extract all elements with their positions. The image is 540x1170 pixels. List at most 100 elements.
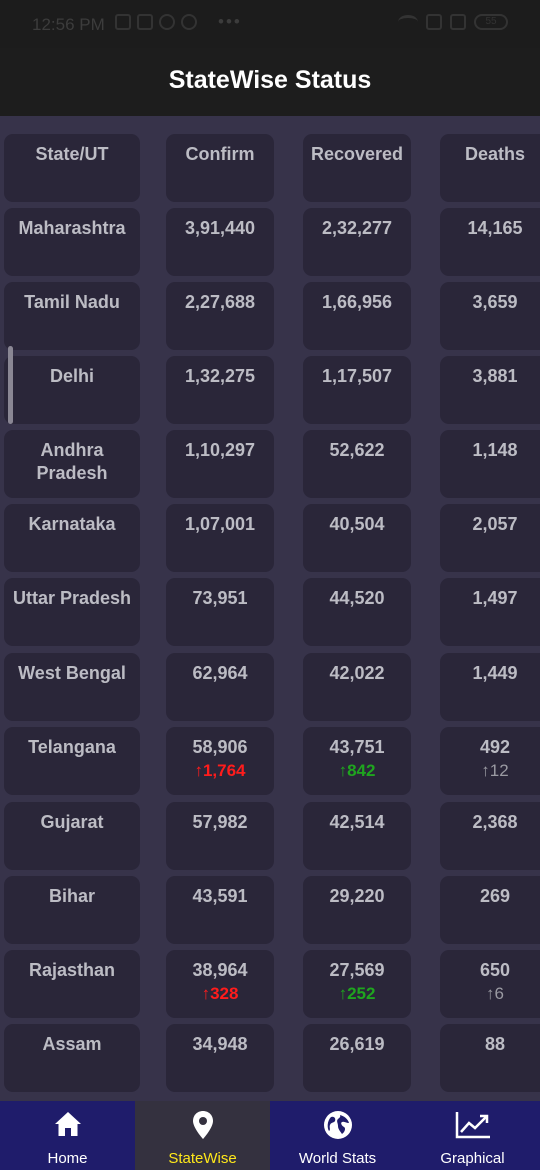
state-name: Maharashtra <box>4 208 140 276</box>
state-name: Karnataka <box>4 504 140 572</box>
recovered-value: 40,504 <box>303 504 411 572</box>
table-row: Andhra Pradesh 1,10,297 52,622 1,148 <box>0 430 540 498</box>
page-title: StateWise Status <box>168 66 372 94</box>
confirm-cell: 58,906 ↑1,764 <box>166 727 274 795</box>
confirm-value: 58,906 <box>192 737 248 757</box>
table-row: Maharashtra 3,91,440 2,32,277 14,165 <box>0 208 540 276</box>
recovered-value: 26,619 <box>303 1024 411 1092</box>
nav-world-stats[interactable]: World Stats <box>270 1101 405 1170</box>
deaths-value: 3,659 <box>440 282 540 350</box>
table-row: Delhi 1,32,275 1,17,507 3,881 <box>0 356 540 424</box>
status-bar: 12:56 PM ••• 55 <box>0 0 540 48</box>
confirm-value: 57,982 <box>166 802 274 870</box>
nav-statewise-label: StateWise <box>168 1150 237 1167</box>
confirm-value: 43,591 <box>166 876 274 944</box>
confirm-delta: ↑328 <box>201 984 239 1003</box>
scrollbar-thumb[interactable] <box>8 346 13 424</box>
wifi-icon <box>398 15 418 29</box>
recovered-value: 44,520 <box>303 578 411 646</box>
more-notifications-icon: ••• <box>218 12 242 31</box>
battery-icon: 55 <box>474 14 508 30</box>
recovered-value: 52,622 <box>303 430 411 498</box>
deaths-value: 2,057 <box>440 504 540 572</box>
deaths-value: 14,165 <box>440 208 540 276</box>
state-name: Delhi <box>4 356 140 424</box>
confirm-delta: ↑1,764 <box>194 761 246 780</box>
confirm-value: 38,964 <box>192 960 248 980</box>
confirm-value: 34,948 <box>166 1024 274 1092</box>
header-state: State/UT <box>4 134 140 202</box>
state-name: Telangana <box>4 727 140 795</box>
recovered-value: 42,514 <box>303 802 411 870</box>
state-name: Tamil Nadu <box>4 282 140 350</box>
table-row: West Bengal 62,964 42,022 1,449 <box>0 653 540 721</box>
home-icon <box>54 1112 81 1136</box>
notification-icons <box>115 14 197 30</box>
location-pin-icon <box>192 1111 213 1139</box>
deaths-value: 650 <box>479 960 511 980</box>
confirm-value: 1,32,275 <box>166 356 274 424</box>
status-time: 12:56 PM <box>32 15 105 34</box>
recovered-value: 43,751 <box>329 737 385 757</box>
deaths-value: 3,881 <box>440 356 540 424</box>
statewise-table[interactable]: State/UT Confirm Recovered Deaths Mahara… <box>0 116 540 1101</box>
app-icon <box>159 14 175 30</box>
nav-graphical-label: Graphical <box>440 1150 505 1167</box>
table-row: Tamil Nadu 2,27,688 1,66,956 3,659 <box>0 282 540 350</box>
recovered-value: 42,022 <box>303 653 411 721</box>
table-header-row: State/UT Confirm Recovered Deaths <box>0 134 540 202</box>
nav-world-stats-label: World Stats <box>298 1150 377 1167</box>
state-name: Assam <box>4 1024 140 1092</box>
deaths-value: 2,368 <box>440 802 540 870</box>
sim-icon <box>426 14 442 30</box>
nav-home-label: Home <box>47 1150 88 1167</box>
trending-chart-icon <box>455 1112 490 1139</box>
table-row: Bihar 43,591 29,220 269 <box>0 876 540 944</box>
deaths-cell: 650 ↑6 <box>440 950 540 1018</box>
confirm-value: 62,964 <box>166 653 274 721</box>
recovered-cell: 27,569 ↑252 <box>303 950 411 1018</box>
deaths-delta: ↑12 <box>481 761 509 780</box>
header-recovered: Recovered <box>303 134 411 202</box>
confirm-value: 3,91,440 <box>166 208 274 276</box>
nav-statewise[interactable]: StateWise <box>135 1101 270 1170</box>
deaths-value: 88 <box>440 1024 540 1092</box>
state-name: Bihar <box>4 876 140 944</box>
deaths-delta: ↑6 <box>486 984 504 1003</box>
recovered-value: 1,66,956 <box>303 282 411 350</box>
recovered-delta: ↑842 <box>338 761 376 780</box>
deaths-cell: 492 ↑12 <box>440 727 540 795</box>
deaths-value: 1,449 <box>440 653 540 721</box>
globe-icon <box>323 1111 352 1139</box>
recovered-value: 2,32,277 <box>303 208 411 276</box>
state-name: West Bengal <box>4 653 140 721</box>
state-name: Uttar Pradesh <box>4 578 140 646</box>
deaths-value: 1,497 <box>440 578 540 646</box>
state-name: Rajasthan <box>4 950 140 1018</box>
confirm-value: 2,27,688 <box>166 282 274 350</box>
recovered-value: 27,569 <box>329 960 385 980</box>
confirm-value: 1,10,297 <box>166 430 274 498</box>
state-name: Gujarat <box>4 802 140 870</box>
bottom-nav: Home StateWise World Stats Graphical <box>0 1101 540 1170</box>
header-deaths: Deaths <box>440 134 540 202</box>
confirm-value: 73,951 <box>166 578 274 646</box>
app-bar: StateWise Status <box>0 48 540 116</box>
confirm-cell: 38,964 ↑328 <box>166 950 274 1018</box>
nav-graphical[interactable]: Graphical <box>405 1101 540 1170</box>
recovered-value: 1,17,507 <box>303 356 411 424</box>
confirm-value: 1,07,001 <box>166 504 274 572</box>
table-row: Karnataka 1,07,001 40,504 2,057 <box>0 504 540 572</box>
deaths-value: 492 <box>479 737 511 757</box>
save-icon <box>137 14 153 30</box>
table-row: Rajasthan 38,964 ↑328 27,569 ↑252 650 ↑6 <box>0 950 540 1018</box>
table-row: Uttar Pradesh 73,951 44,520 1,497 <box>0 578 540 646</box>
state-name: Andhra Pradesh <box>4 430 140 498</box>
nav-home[interactable]: Home <box>0 1101 135 1170</box>
table-row: Assam 34,948 26,619 88 <box>0 1024 540 1092</box>
header-confirm: Confirm <box>166 134 274 202</box>
recovered-value: 29,220 <box>303 876 411 944</box>
table-row: Gujarat 57,982 42,514 2,368 <box>0 802 540 870</box>
table-row: Telangana 58,906 ↑1,764 43,751 ↑842 492 … <box>0 727 540 795</box>
app-icon <box>181 14 197 30</box>
